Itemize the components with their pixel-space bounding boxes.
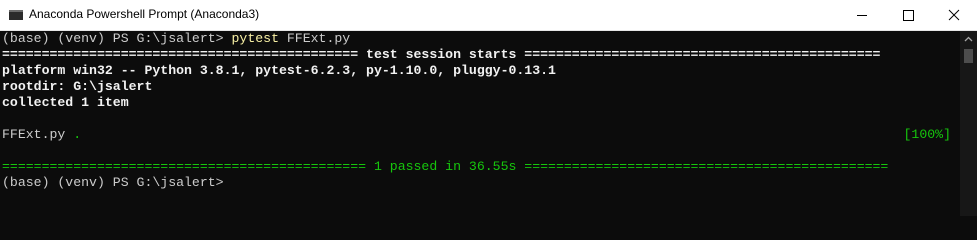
close-icon — [948, 9, 960, 21]
close-button[interactable] — [931, 0, 977, 30]
test-percent: [100%] — [903, 127, 951, 142]
console-output[interactable]: (base) (venv) PS G:\jsalert> pytest FFEx… — [0, 31, 960, 216]
test-file-line: FFExt.py . — [2, 127, 81, 143]
prompt-text: (base) (venv) PS G:\jsalert> — [2, 31, 232, 46]
platform-info: platform win32 -- Python 3.8.1, pytest-6… — [2, 63, 556, 78]
scroll-thumb[interactable] — [964, 49, 973, 63]
maximize-icon — [903, 10, 914, 21]
command-line: (base) (venv) PS G:\jsalert> pytest FFEx… — [2, 31, 350, 47]
minimize-icon — [857, 15, 867, 16]
title-bar[interactable]: Anaconda Powershell Prompt (Anaconda3) — [0, 0, 977, 31]
powershell-window: Anaconda Powershell Prompt (Anaconda3) (… — [0, 0, 977, 216]
window-title: Anaconda Powershell Prompt (Anaconda3) — [29, 7, 260, 21]
command-name: pytest — [231, 31, 279, 46]
console-app-icon — [9, 10, 23, 20]
test-file-name: FFExt.py — [2, 127, 74, 142]
current-prompt: (base) (venv) PS G:\jsalert> — [2, 175, 224, 190]
maximize-button[interactable] — [885, 0, 931, 30]
session-start-banner: ========================================… — [2, 47, 881, 62]
passed-summary-banner: ========================================… — [2, 159, 889, 174]
command-args: FFExt.py — [278, 31, 351, 46]
vertical-scrollbar[interactable] — [960, 31, 977, 216]
rootdir-info: rootdir: G:\jsalert — [2, 79, 153, 94]
minimize-button[interactable] — [839, 0, 885, 30]
test-progress-dots: . — [73, 127, 82, 142]
collected-info: collected 1 item — [2, 95, 129, 110]
chevron-up-icon — [964, 36, 973, 42]
scroll-up-button[interactable] — [960, 31, 977, 48]
